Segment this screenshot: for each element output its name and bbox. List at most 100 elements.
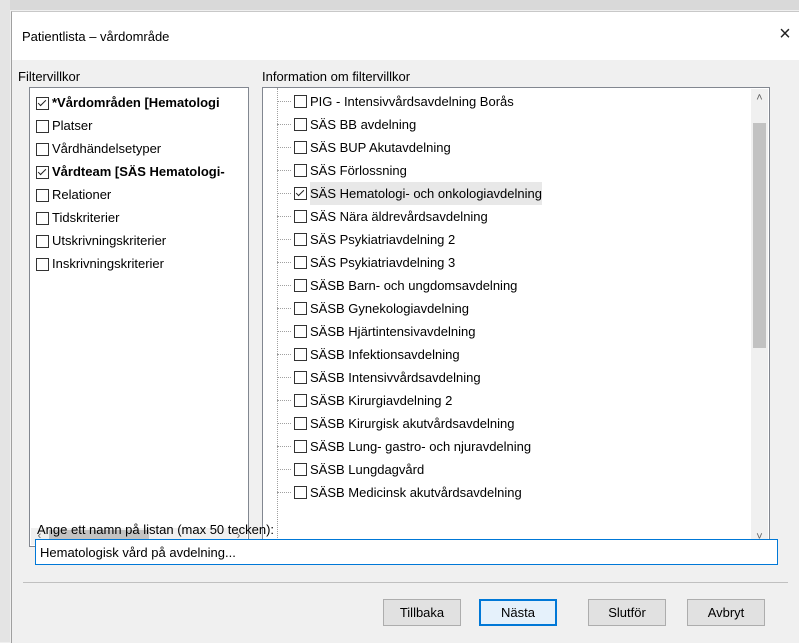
filter-condition-label: Platser xyxy=(52,118,93,133)
care-unit-label: SÄSB Intensivvårdsavdelning xyxy=(310,370,481,385)
tree-connector xyxy=(277,446,291,447)
care-unit-label: SÄS BUP Akutavdelning xyxy=(310,140,451,155)
checkbox-icon[interactable] xyxy=(36,234,49,248)
care-unit-label: SÄSB Kirurgisk akutvårdsavdelning xyxy=(310,416,515,431)
filter-condition-item[interactable]: Utskrivningskriterier xyxy=(36,231,166,251)
filter-info-tree[interactable]: PIG - Intensivvårdsavdelning Borås SÄS BB… xyxy=(262,87,770,549)
cancel-button[interactable]: Avbryt xyxy=(687,599,765,626)
list-name-input[interactable] xyxy=(35,539,778,565)
filter-condition-item[interactable]: Relationer xyxy=(36,185,111,205)
care-unit-item[interactable]: SÄSB Barn- och ungdomsavdelning xyxy=(277,274,517,297)
next-button[interactable]: Nästa xyxy=(479,599,557,626)
filter-info-label: Information om filtervillkor xyxy=(262,69,411,84)
checkbox-icon[interactable] xyxy=(294,302,307,315)
filter-condition-label: Vårdhändelsetyper xyxy=(52,141,162,156)
tree-connector xyxy=(277,492,291,493)
dialog-title: Patientlista – vårdområde xyxy=(22,29,170,44)
care-unit-item[interactable]: SÄSB Lungdagvård xyxy=(277,458,424,481)
vertical-scroll-thumb[interactable] xyxy=(753,123,766,348)
tree-connector xyxy=(277,101,291,102)
filter-condition-label: *Vårdområden [Hematologi xyxy=(52,95,220,110)
care-unit-item[interactable]: SÄS Hematologi- och onkologiavdelning xyxy=(277,182,542,205)
checkbox-icon[interactable] xyxy=(294,118,307,131)
filter-condition-item[interactable]: Platser xyxy=(36,116,92,136)
checkbox-icon[interactable] xyxy=(294,463,307,476)
checkbox-icon[interactable] xyxy=(294,210,307,223)
tree-connector xyxy=(277,147,291,148)
checkbox-icon[interactable] xyxy=(294,325,307,338)
finish-button[interactable]: Slutför xyxy=(588,599,666,626)
care-unit-label: SÄS Hematologi- och onkologiavdelning xyxy=(310,182,542,205)
care-unit-label: SÄS Psykiatriavdelning 3 xyxy=(310,255,456,270)
care-unit-item[interactable]: SÄSB Kirurgisk akutvårdsavdelning xyxy=(277,412,515,435)
care-unit-item[interactable]: SÄSB Intensivvårdsavdelning xyxy=(277,366,481,389)
title-bar: Patientlista – vårdområde × xyxy=(12,12,799,60)
checkbox-icon[interactable] xyxy=(294,233,307,246)
tree-connector xyxy=(277,285,291,286)
filter-condition-item[interactable]: Vårdhändelsetyper xyxy=(36,139,161,159)
filter-condition-item[interactable]: *Vårdområden [Hematologi xyxy=(36,93,220,113)
tree-connector xyxy=(277,170,291,171)
tree-connector xyxy=(277,193,291,194)
checkbox-icon[interactable] xyxy=(294,394,307,407)
checkbox-icon[interactable] xyxy=(294,95,307,108)
care-unit-item[interactable]: SÄS Nära äldrevårdsavdelning xyxy=(277,205,488,228)
divider xyxy=(23,582,788,583)
tree-connector xyxy=(277,216,291,217)
checkbox-checked-icon[interactable] xyxy=(36,96,49,110)
care-unit-item[interactable]: PIG - Intensivvårdsavdelning Borås xyxy=(277,90,514,113)
care-unit-item[interactable]: SÄSB Hjärtintensivavdelning xyxy=(277,320,475,343)
checkbox-icon[interactable] xyxy=(294,256,307,269)
close-icon[interactable]: × xyxy=(772,21,798,47)
care-unit-label: SÄS Psykiatriavdelning 2 xyxy=(310,232,456,247)
care-unit-label: SÄS Nära äldrevårdsavdelning xyxy=(310,209,488,224)
care-unit-label: SÄSB Kirurgiavdelning 2 xyxy=(310,393,453,408)
scroll-up-icon[interactable]: ˄ xyxy=(751,90,768,107)
tree-connector xyxy=(277,469,291,470)
care-unit-item[interactable]: SÄSB Gynekologiavdelning xyxy=(277,297,469,320)
care-unit-label: SÄSB Medicinsk akutvårdsavdelning xyxy=(310,485,522,500)
care-unit-label: SÄS BB avdelning xyxy=(310,117,417,132)
care-unit-item[interactable]: SÄS BB avdelning xyxy=(277,113,416,136)
checkbox-icon[interactable] xyxy=(294,141,307,154)
background-window-strip xyxy=(0,0,799,10)
filter-condition-label: Tidskriterier xyxy=(52,210,120,225)
care-unit-item[interactable]: SÄSB Lung- gastro- och njuravdelning xyxy=(277,435,531,458)
tree-connector xyxy=(277,239,291,240)
checkbox-icon[interactable] xyxy=(294,348,307,361)
care-unit-label: SÄSB Gynekologiavdelning xyxy=(310,301,469,316)
checkbox-icon[interactable] xyxy=(294,486,307,499)
checkbox-icon[interactable] xyxy=(294,371,307,384)
checkbox-icon[interactable] xyxy=(36,188,49,202)
filter-condition-item[interactable]: Inskrivningskriterier xyxy=(36,254,164,274)
care-unit-label: SÄSB Barn- och ungdomsavdelning xyxy=(310,278,518,293)
filter-conditions-list[interactable]: *Vårdområden [Hematologi Platser Vårdhände… xyxy=(29,87,249,547)
checkbox-icon[interactable] xyxy=(36,257,49,271)
care-unit-item[interactable]: SÄS Förlossning xyxy=(277,159,407,182)
checkbox-checked-icon[interactable] xyxy=(294,187,307,200)
care-unit-item[interactable]: SÄSB Medicinsk akutvårdsavdelning xyxy=(277,481,522,504)
care-unit-item[interactable]: SÄS Psykiatriavdelning 2 xyxy=(277,228,455,251)
filter-condition-item[interactable]: Vårdteam [SÄS Hematologi- xyxy=(36,162,225,182)
checkbox-icon[interactable] xyxy=(36,142,49,156)
care-unit-label: SÄSB Hjärtintensivavdelning xyxy=(310,324,476,339)
checkbox-icon[interactable] xyxy=(294,164,307,177)
checkbox-icon[interactable] xyxy=(36,211,49,225)
checkbox-checked-icon[interactable] xyxy=(36,165,49,179)
checkbox-icon[interactable] xyxy=(294,417,307,430)
care-unit-label: PIG - Intensivvårdsavdelning Borås xyxy=(310,94,514,109)
checkbox-icon[interactable] xyxy=(294,279,307,292)
back-button[interactable]: Tillbaka xyxy=(383,599,461,626)
tree-connector xyxy=(277,400,291,401)
vertical-scrollbar[interactable]: ˄ ˅ xyxy=(751,89,768,547)
care-unit-item[interactable]: SÄSB Infektionsavdelning xyxy=(277,343,460,366)
filter-condition-item[interactable]: Tidskriterier xyxy=(36,208,119,228)
tree-connector xyxy=(277,262,291,263)
care-unit-item[interactable]: SÄS Psykiatriavdelning 3 xyxy=(277,251,455,274)
background-window-edge xyxy=(0,0,10,642)
checkbox-icon[interactable] xyxy=(294,440,307,453)
care-unit-item[interactable]: SÄSB Kirurgiavdelning 2 xyxy=(277,389,452,412)
tree-connector xyxy=(277,124,291,125)
care-unit-item[interactable]: SÄS BUP Akutavdelning xyxy=(277,136,451,159)
checkbox-icon[interactable] xyxy=(36,119,49,133)
